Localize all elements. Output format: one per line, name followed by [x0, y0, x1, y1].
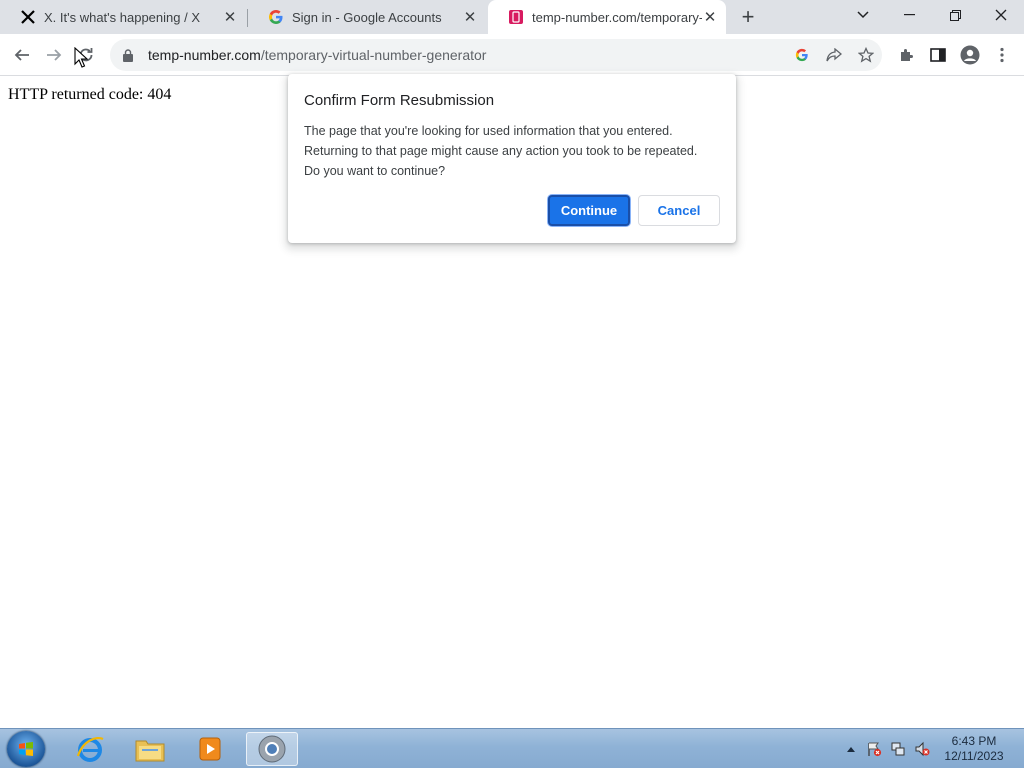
- network-icon[interactable]: [886, 741, 910, 757]
- bookmark-star-icon[interactable]: [856, 45, 876, 65]
- tab-title: temp-number.com/temporary-v: [532, 9, 702, 25]
- url-path: /temporary-virtual-number-generator: [260, 47, 487, 63]
- lock-icon[interactable]: [120, 47, 136, 63]
- media-player-icon[interactable]: [184, 732, 236, 766]
- dialog-message: The page that you're looking for used in…: [304, 121, 724, 181]
- close-window-icon[interactable]: [978, 0, 1024, 30]
- clock-time: 6:43 PM: [951, 734, 997, 748]
- mouse-cursor-icon: [74, 47, 88, 68]
- google-g-icon: [268, 9, 284, 25]
- start-button[interactable]: [7, 731, 45, 767]
- page-body-text: HTTP returned code: 404: [8, 86, 172, 103]
- google-lens-icon[interactable]: [792, 45, 812, 65]
- dialog-title: Confirm Form Resubmission: [304, 92, 495, 109]
- kebab-menu-icon: [1000, 47, 1004, 63]
- windows-taskbar: 6:43 PM 12/11/2023: [0, 728, 1024, 768]
- confirm-resubmission-dialog: Confirm Form Resubmission The page that …: [288, 74, 736, 243]
- show-hidden-icons-icon[interactable]: [844, 746, 858, 752]
- extensions-button[interactable]: [892, 41, 920, 69]
- action-center-flag-icon[interactable]: [862, 741, 886, 757]
- system-tray: [844, 735, 934, 763]
- avatar-icon: [960, 45, 980, 65]
- address-bar[interactable]: temp-number.com/temporary-virtual-number…: [110, 39, 882, 71]
- profile-button[interactable]: [956, 41, 984, 69]
- chrome-taskbar-icon[interactable]: [246, 732, 298, 766]
- browser-toolbar: temp-number.com/temporary-virtual-number…: [0, 34, 1024, 76]
- tab-strip: X. It's what's happening / X ✕ Sign in -…: [0, 0, 1024, 34]
- url-text[interactable]: temp-number.com/temporary-virtual-number…: [148, 47, 486, 63]
- dialog-message-line: Returning to that page might cause any a…: [304, 144, 698, 158]
- windows-logo-icon: [19, 742, 33, 756]
- x-logo-icon: [20, 9, 36, 25]
- url-host: temp-number.com: [148, 47, 261, 63]
- restore-icon[interactable]: [932, 0, 978, 30]
- new-tab-button[interactable]: +: [736, 4, 760, 29]
- share-icon[interactable]: [824, 45, 844, 65]
- back-arrow-icon: [14, 49, 29, 61]
- tab-title: Sign in - Google Accounts: [292, 9, 442, 25]
- tab-x[interactable]: X. It's what's happening / X ✕: [0, 0, 246, 34]
- close-icon[interactable]: ✕: [222, 9, 238, 26]
- volume-muted-icon[interactable]: [910, 741, 934, 757]
- tab-google-sign-in[interactable]: Sign in - Google Accounts ✕: [248, 0, 486, 34]
- temp-number-favicon: [508, 9, 524, 25]
- close-icon[interactable]: ✕: [462, 9, 478, 26]
- close-icon[interactable]: ✕: [702, 9, 718, 26]
- tab-title: X. It's what's happening / X: [44, 9, 200, 25]
- internet-explorer-icon[interactable]: [64, 732, 116, 766]
- dialog-message-line: Do you want to continue?: [304, 164, 446, 178]
- menu-button[interactable]: [988, 41, 1016, 69]
- tab-temp-number[interactable]: temp-number.com/temporary-v ✕: [488, 0, 726, 34]
- taskbar-clock[interactable]: 6:43 PM 12/11/2023: [938, 734, 1010, 764]
- tab-search-icon[interactable]: [840, 0, 886, 30]
- file-explorer-icon[interactable]: [124, 732, 176, 766]
- forward-button[interactable]: [40, 41, 68, 69]
- dialog-message-line: The page that you're looking for used in…: [304, 124, 673, 138]
- side-panel-icon: [930, 48, 946, 62]
- cancel-button[interactable]: Cancel: [638, 195, 720, 226]
- forward-arrow-icon: [47, 49, 62, 61]
- clock-date: 12/11/2023: [944, 749, 1004, 763]
- continue-button[interactable]: Continue: [548, 195, 630, 226]
- side-panel-button[interactable]: [924, 41, 952, 69]
- back-button[interactable]: [8, 41, 36, 69]
- puzzle-icon: [901, 49, 913, 61]
- minimize-icon[interactable]: [886, 0, 932, 30]
